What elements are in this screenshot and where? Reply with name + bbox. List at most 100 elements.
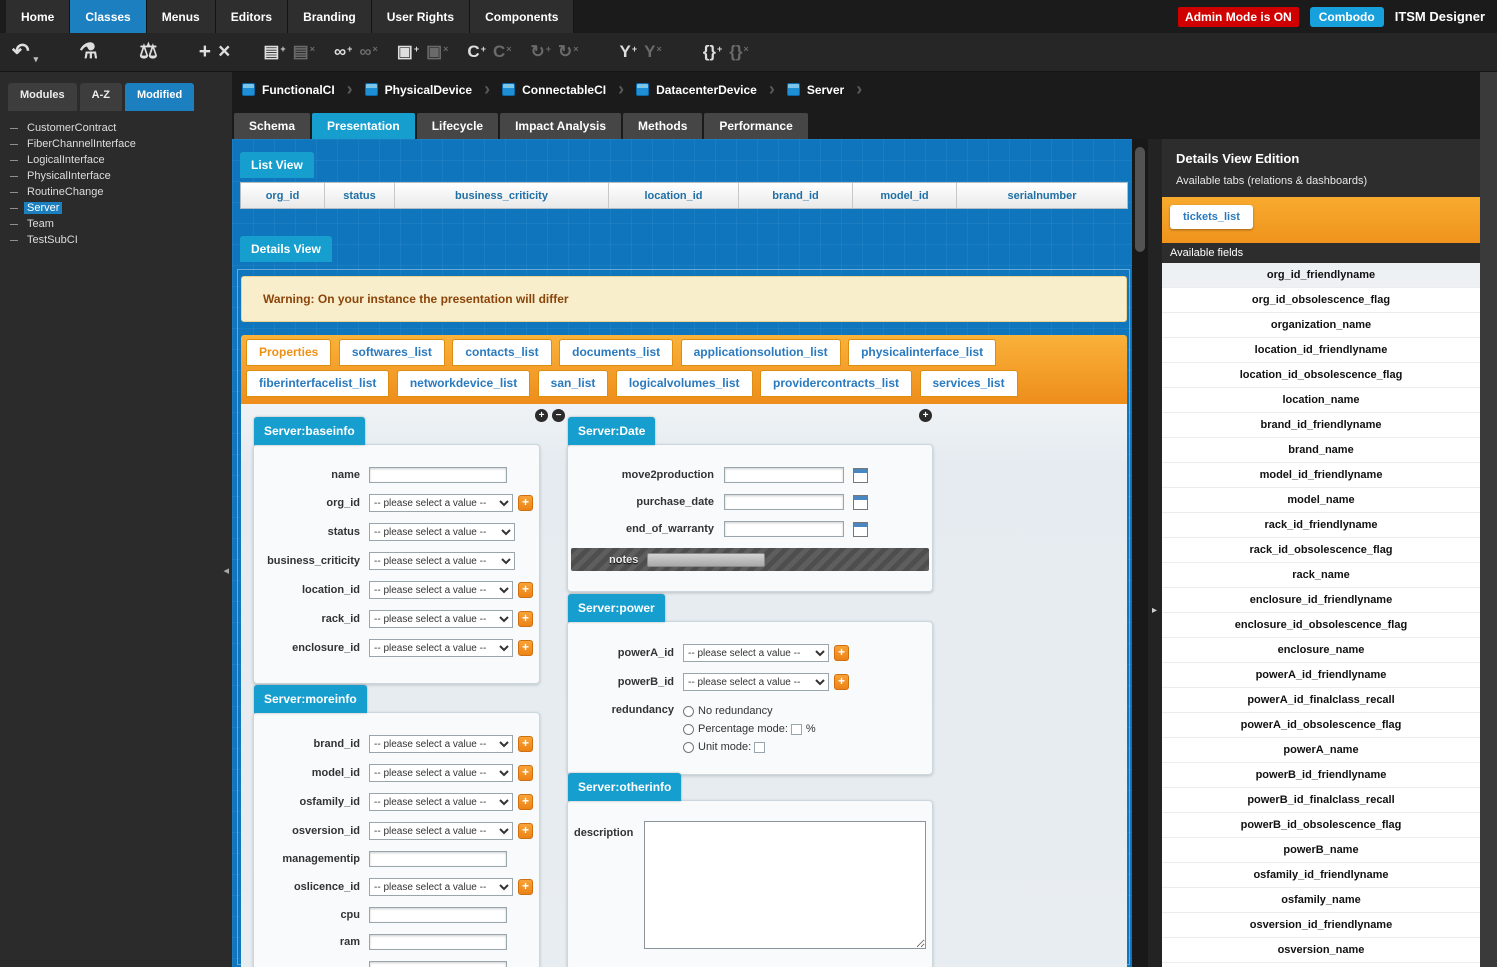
- details-view-section-tab[interactable]: Details View: [240, 236, 332, 262]
- add-value-button[interactable]: +: [834, 674, 849, 690]
- tree-item-testsubci[interactable]: TestSubCI: [10, 232, 232, 248]
- delete-relation-icon[interactable]: ∞×: [359, 41, 377, 63]
- add-value-button[interactable]: +: [518, 765, 533, 781]
- add-value-button[interactable]: +: [518, 794, 533, 810]
- available-field[interactable]: enclosure_name: [1162, 638, 1480, 663]
- expand-panel-icon[interactable]: ▸: [1152, 605, 1157, 616]
- tree-item-team[interactable]: Team: [10, 216, 232, 232]
- scrollbar-thumb[interactable]: [1135, 147, 1145, 252]
- available-field[interactable]: powerB_id_finalclass_recall: [1162, 788, 1480, 813]
- select-location-id[interactable]: -- please select a value --: [369, 581, 513, 599]
- nav-tab-menus[interactable]: Menus: [147, 0, 216, 33]
- select-powerb-id[interactable]: -- please select a value --: [683, 673, 829, 691]
- add-value-button[interactable]: +: [518, 582, 533, 598]
- add-value-button[interactable]: +: [518, 879, 533, 895]
- add-class-icon[interactable]: +: [199, 40, 211, 64]
- list-view-section-tab[interactable]: List View: [240, 152, 314, 178]
- select-osfamily-id[interactable]: -- please select a value --: [369, 793, 513, 811]
- available-field[interactable]: organization_name: [1162, 313, 1480, 338]
- add-value-button[interactable]: +: [518, 495, 533, 511]
- input-managementip[interactable]: [369, 851, 507, 867]
- tab-presentation[interactable]: Presentation: [312, 113, 415, 139]
- delete-field-icon[interactable]: ▤×: [293, 41, 315, 63]
- add-field-icon[interactable]: ▤+: [263, 41, 285, 63]
- select-model-id[interactable]: -- please select a value --: [369, 764, 513, 782]
- list-column-model-id[interactable]: model_id: [853, 183, 957, 208]
- compare-scales-icon[interactable]: ⚖: [139, 40, 158, 64]
- available-field[interactable]: model_id_friendlyname: [1162, 463, 1480, 488]
- tree-item-fiberchannelinterface[interactable]: FiberChannelInterface: [10, 136, 232, 152]
- input-ram[interactable]: [369, 934, 507, 950]
- input-name[interactable]: [369, 467, 507, 483]
- available-field[interactable]: osfamily_name: [1162, 888, 1480, 913]
- delete-external-field-icon[interactable]: ▣×: [426, 41, 448, 63]
- breadcrumb-item-server[interactable]: Server: [787, 83, 844, 97]
- list-column-org-id[interactable]: org_id: [241, 183, 325, 208]
- available-field[interactable]: enclosure_id_obsolescence_flag: [1162, 613, 1480, 638]
- list-column-status[interactable]: status: [325, 183, 395, 208]
- breadcrumb-item-physicaldevice[interactable]: PhysicalDevice: [365, 83, 472, 97]
- nav-tab-classes[interactable]: Classes: [70, 0, 146, 33]
- add-column-button[interactable]: +: [919, 409, 932, 422]
- list-column-location-id[interactable]: location_id: [609, 183, 739, 208]
- breadcrumb-item-connectableci[interactable]: ConnectableCI: [502, 83, 606, 97]
- delete-transition-icon[interactable]: ↻×: [558, 41, 579, 63]
- fieldset-power-title[interactable]: Server:power: [568, 594, 665, 622]
- available-field[interactable]: powerA_id_friendlyname: [1162, 663, 1480, 688]
- calendar-icon[interactable]: [853, 468, 868, 483]
- tree-item-physicalinterface[interactable]: PhysicalInterface: [10, 168, 232, 184]
- sidebar-tab-modified[interactable]: Modified: [125, 83, 194, 111]
- delete-code-icon[interactable]: {}×: [729, 41, 749, 63]
- add-value-button[interactable]: +: [834, 645, 849, 661]
- tab-networkdevice-list[interactable]: networkdevice_list: [397, 370, 530, 397]
- input-cpu[interactable]: [369, 907, 507, 923]
- available-field[interactable]: location_name: [1162, 388, 1480, 413]
- breadcrumb-item-functionalci[interactable]: FunctionalCI: [242, 83, 335, 97]
- select-osversion-id[interactable]: -- please select a value --: [369, 822, 513, 840]
- tab-providercontracts-list[interactable]: providercontracts_list: [760, 370, 912, 397]
- select-rack-id[interactable]: -- please select a value --: [369, 610, 513, 628]
- add-method-icon[interactable]: C+: [467, 41, 486, 63]
- delete-filter-icon[interactable]: Y×: [644, 41, 662, 63]
- add-value-button[interactable]: +: [518, 640, 533, 656]
- add-value-button[interactable]: +: [518, 823, 533, 839]
- delete-method-icon[interactable]: C×: [493, 41, 512, 63]
- delete-class-icon[interactable]: ×: [218, 40, 230, 64]
- add-value-button[interactable]: +: [518, 736, 533, 752]
- sidebar-collapse-icon[interactable]: ◂: [223, 564, 229, 577]
- add-column-button[interactable]: +: [535, 409, 548, 422]
- available-field[interactable]: rack_name: [1162, 563, 1480, 588]
- available-field[interactable]: rack_id_obsolescence_flag: [1162, 538, 1480, 563]
- select-enclosure-id[interactable]: -- please select a value --: [369, 639, 513, 657]
- available-field[interactable]: brand_name: [1162, 438, 1480, 463]
- right-panel-splitter[interactable]: ▸: [1148, 139, 1162, 967]
- list-column-business-criticity[interactable]: business_criticity: [395, 183, 609, 208]
- tab-fiberinterfacelist-list[interactable]: fiberinterfacelist_list: [246, 370, 389, 397]
- tab-logicalvolumes-list[interactable]: logicalvolumes_list: [616, 370, 753, 397]
- radio-no-redundancy[interactable]: [683, 706, 694, 717]
- test-flask-icon[interactable]: ⚗: [79, 40, 98, 64]
- available-field[interactable]: osversion_name: [1162, 938, 1480, 963]
- combodo-badge[interactable]: Combodo: [1310, 7, 1384, 27]
- tab-documents-list[interactable]: documents_list: [559, 339, 673, 366]
- tree-item-routinechange[interactable]: RoutineChange: [10, 184, 232, 200]
- available-field[interactable]: powerB_name: [1162, 838, 1480, 863]
- input-redundancy-percent[interactable]: [791, 724, 802, 735]
- tab-services-list[interactable]: services_list: [920, 370, 1018, 397]
- tab-schema[interactable]: Schema: [234, 113, 310, 139]
- notes-slider-handle[interactable]: [647, 553, 765, 567]
- available-field[interactable]: enclosure_id_friendlyname: [1162, 588, 1480, 613]
- select-powera-id[interactable]: -- please select a value --: [683, 644, 829, 662]
- tab-lifecycle[interactable]: Lifecycle: [417, 113, 498, 139]
- tab-impact-analysis[interactable]: Impact Analysis: [500, 113, 621, 139]
- fieldset-baseinfo-title[interactable]: Server:baseinfo: [254, 417, 365, 445]
- select-oslicence-id[interactable]: -- please select a value --: [369, 878, 513, 896]
- list-column-serialnumber[interactable]: serialnumber: [957, 183, 1127, 208]
- available-field[interactable]: brand_id_friendlyname: [1162, 413, 1480, 438]
- sidebar-tab-az[interactable]: A-Z: [80, 83, 122, 111]
- available-field[interactable]: location_id_friendlyname: [1162, 338, 1480, 363]
- calendar-icon[interactable]: [853, 522, 868, 537]
- add-code-icon[interactable]: {}+: [703, 41, 723, 63]
- available-field[interactable]: powerA_id_finalclass_recall: [1162, 688, 1480, 713]
- calendar-icon[interactable]: [853, 495, 868, 510]
